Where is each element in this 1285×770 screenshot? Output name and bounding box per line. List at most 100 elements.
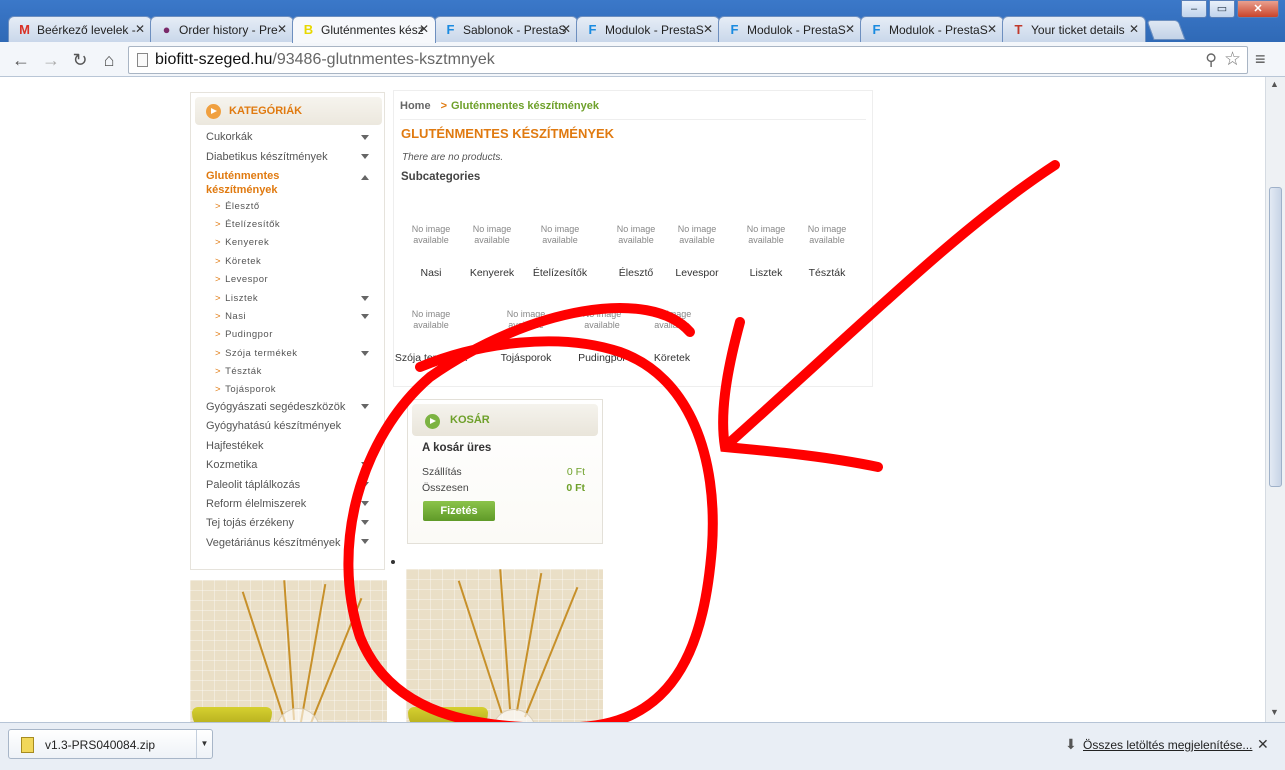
bookmark-star-icon[interactable]: ☆	[1224, 48, 1241, 71]
subcategory-item[interactable]: > Levespor	[215, 274, 268, 285]
subcategory-item[interactable]: > Élesztő	[215, 201, 260, 212]
address-bar[interactable]: biofitt-szeged.hu/93486-glutnmentes-kszt…	[128, 46, 1248, 74]
chevron-down-icon[interactable]	[361, 501, 369, 506]
subcategory-card[interactable]: No image available Lisztek	[731, 224, 801, 279]
page-icon	[137, 53, 148, 67]
subcategory-card[interactable]: No image available Ételízesítők	[525, 224, 595, 279]
subcategory-card[interactable]: No image available Élesztő	[601, 224, 671, 279]
reload-icon[interactable]: ↻	[69, 49, 91, 71]
tab-close-icon[interactable]: ✕	[1129, 22, 1139, 36]
close-icon[interactable]: ✕	[1257, 736, 1269, 753]
vertical-scrollbar[interactable]: ▲ ▼	[1265, 77, 1285, 722]
chevron-down-icon[interactable]	[361, 539, 369, 544]
chevron-down-icon[interactable]	[361, 296, 369, 301]
category-item[interactable]: Hajfestékek	[206, 440, 263, 452]
subcategory-item[interactable]: > Szója termékek	[215, 348, 298, 359]
scroll-up-icon[interactable]: ▲	[1270, 79, 1279, 89]
subcategory-name[interactable]: Szója termékek	[386, 352, 476, 364]
forward-icon[interactable]: →	[40, 49, 62, 71]
breadcrumb-home-link[interactable]: Home	[400, 100, 431, 112]
category-diabetikus[interactable]: Diabetikus készítmények	[206, 151, 328, 163]
subcategory-item[interactable]: > Köretek	[215, 256, 261, 267]
checkout-button[interactable]: Fizetés	[423, 501, 495, 521]
candle-bowl	[408, 707, 488, 722]
tab-gmail[interactable]: M Beérkező levelek - ✕	[8, 16, 152, 42]
download-item[interactable]: v1.3-PRS040084.zip ▼	[8, 729, 213, 759]
close-window-button[interactable]: ✕	[1237, 0, 1279, 18]
scrollbar-thumb[interactable]	[1269, 187, 1282, 487]
tab-modulok-2[interactable]: F Modulok - PrestaS ✕	[718, 16, 862, 42]
tab-close-icon[interactable]: ✕	[987, 22, 997, 36]
tab-close-icon[interactable]: ✕	[419, 22, 429, 36]
subcategory-item[interactable]: > Lisztek	[215, 293, 258, 304]
tab-ticket[interactable]: T Your ticket details ✕	[1002, 16, 1146, 42]
category-item[interactable]: Gyógyászati segédeszközök	[206, 401, 345, 413]
chevron-down-icon[interactable]	[361, 462, 369, 467]
category-item[interactable]: Paleolit táplálkozás	[206, 479, 300, 491]
product-image[interactable]	[190, 580, 387, 722]
product-image[interactable]	[406, 569, 603, 722]
scroll-down-icon[interactable]: ▼	[1270, 707, 1279, 717]
subcategory-name[interactable]: Tészták	[782, 267, 872, 279]
category-item[interactable]: Vegetáriánus készítmények	[206, 537, 341, 549]
shipping-label: Szállítás	[422, 466, 462, 478]
reed-stick	[300, 583, 327, 722]
tab-sablonok[interactable]: F Sablonok - PrestaS ✕	[434, 16, 578, 42]
subcategory-card[interactable]: No image available Pudingpor	[567, 309, 637, 364]
chevron-down-icon[interactable]: ▼	[196, 730, 212, 758]
tab-close-icon[interactable]: ✕	[277, 22, 287, 36]
subcategory-card[interactable]: No image available Nasi	[396, 224, 466, 279]
chevron-up-icon[interactable]	[361, 175, 369, 180]
tab-order-history[interactable]: ● Order history - Pre ✕	[150, 16, 294, 42]
chevron-down-icon[interactable]	[361, 135, 369, 140]
menu-icon[interactable]: ≡	[1255, 50, 1273, 68]
tab-glutenmentes[interactable]: B Gluténmentes kész ✕	[292, 16, 436, 43]
chevron-down-icon[interactable]	[361, 404, 369, 409]
chevron-down-icon[interactable]	[361, 154, 369, 159]
divider	[400, 119, 866, 120]
show-all-downloads-link[interactable]: Összes letöltés megjelenítése...	[1083, 738, 1252, 752]
cart-empty-message: A kosár üres	[422, 442, 492, 454]
subcategory-card[interactable]: No image available Tojásporok	[491, 309, 561, 364]
subcategory-item[interactable]: > Pudingpor	[215, 329, 273, 340]
new-tab-button[interactable]	[1146, 20, 1186, 40]
no-image-placeholder: No image available	[746, 224, 786, 245]
tab-close-icon[interactable]: ✕	[703, 22, 713, 36]
category-content: Home > Gluténmentes készítmények GLUTÉNMEN…	[393, 90, 873, 387]
category-item[interactable]: Kozmetika	[206, 459, 257, 471]
category-glutenmentes[interactable]: Gluténmentes	[206, 170, 279, 182]
maximize-button[interactable]: ▭	[1209, 0, 1235, 18]
tab-close-icon[interactable]: ✕	[845, 22, 855, 36]
subcategory-card[interactable]: No image available Köretek	[637, 309, 707, 364]
category-cukorkak[interactable]: Cukorkák	[206, 131, 252, 143]
category-item[interactable]: Tej tojás érzékeny	[206, 517, 294, 529]
category-glutenmentes-line2[interactable]: készítmények	[206, 184, 278, 196]
subcategory-item[interactable]: > Nasi	[215, 311, 246, 322]
tab-close-icon[interactable]: ✕	[561, 22, 571, 36]
chevron-down-icon[interactable]	[361, 520, 369, 525]
subcategory-item[interactable]: > Tojásporok	[215, 384, 276, 395]
shipping-value: 0 Ft	[566, 466, 585, 478]
chevron-down-icon[interactable]	[361, 482, 369, 487]
tab-modulok-1[interactable]: F Modulok - PrestaS ✕	[576, 16, 720, 42]
subcategory-card[interactable]: No image available Levespor	[662, 224, 732, 279]
home-icon[interactable]: ⌂	[98, 49, 120, 71]
subcategory-item[interactable]: > Kenyerek	[215, 237, 269, 248]
search-icon[interactable]: ⚲	[1205, 50, 1217, 70]
cart-title[interactable]: KOSÁR	[450, 414, 490, 426]
category-item[interactable]: Gyógyhatású készítmények	[206, 420, 341, 432]
subcategory-item[interactable]: > Tészták	[215, 366, 262, 377]
tab-close-icon[interactable]: ✕	[135, 22, 145, 36]
back-icon[interactable]: ←	[10, 49, 32, 71]
subcategory-card[interactable]: No image available Tészták	[792, 224, 862, 279]
biofitt-icon: B	[303, 22, 314, 37]
subcategory-item[interactable]: > Ételízesítők	[215, 219, 280, 230]
tab-modulok-3[interactable]: F Modulok - PrestaS ✕	[860, 16, 1004, 42]
category-item[interactable]: Reform élelmiszerek	[206, 498, 306, 510]
subcategory-card[interactable]: No image available Kenyerek	[457, 224, 527, 279]
f-icon: F	[446, 22, 455, 37]
subcategory-card[interactable]: No image available Szója termékek	[395, 309, 467, 364]
chevron-down-icon[interactable]	[361, 314, 369, 319]
chevron-down-icon[interactable]	[361, 351, 369, 356]
subcategory-name[interactable]: Köretek	[627, 352, 717, 364]
